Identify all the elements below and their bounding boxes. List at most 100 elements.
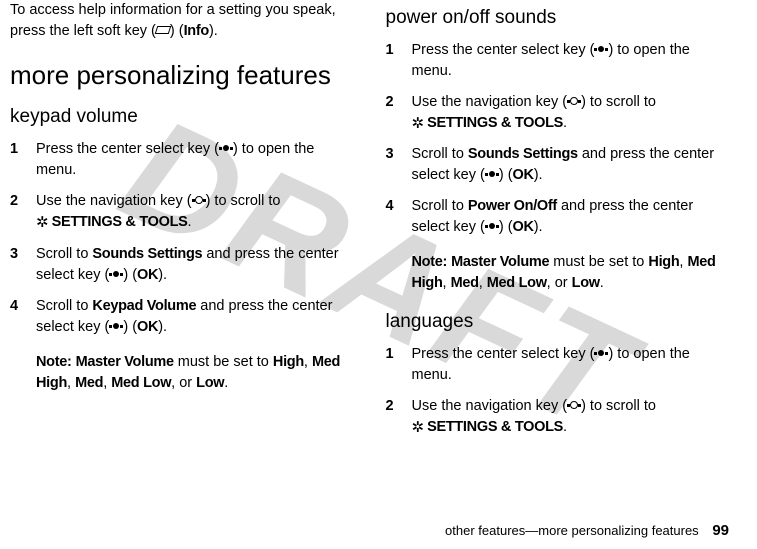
menu-target: Power On/Off [468, 198, 557, 214]
heading-2: keypad volume [10, 103, 354, 131]
opt: Med Low [487, 275, 547, 291]
ok-label: OK [137, 319, 158, 335]
text: ). [534, 219, 543, 235]
text: . [563, 419, 567, 435]
step-text: Use the navigation key () to scroll to ✲… [412, 396, 730, 439]
softkey-icon [155, 26, 172, 34]
steps-keypad-volume: 1 Press the center select key () to open… [10, 139, 354, 338]
step: 2 Use the navigation key () to scroll to… [386, 396, 730, 439]
note: Note: Master Volume must be set to High,… [412, 252, 730, 294]
step-number: 1 [386, 40, 412, 82]
center-select-icon [109, 271, 123, 279]
step-text: Use the navigation key ( ) to scroll to ✲… [36, 191, 354, 234]
center-select-icon [485, 223, 499, 231]
master-volume: Master Volume [76, 354, 174, 370]
menu-target: SETTINGS & TOOLS [427, 115, 563, 131]
text: Use the navigation key ( [36, 193, 192, 209]
text: ) ( [499, 219, 513, 235]
text: Press the center select key ( [412, 346, 595, 362]
step: 1 Press the center select key () to open… [10, 139, 354, 181]
note: Note: Master Volume must be set to High,… [36, 352, 354, 394]
right-column: power on/off sounds 1 Press the center s… [370, 0, 730, 510]
menu-target: SETTINGS & TOOLS [52, 214, 188, 230]
opt: High [648, 254, 679, 270]
menu-target: Keypad Volume [92, 298, 196, 314]
text: Scroll to [36, 246, 92, 262]
text: Scroll to [412, 198, 468, 214]
step-number: 2 [10, 191, 36, 234]
page-footer: other features—more personalizing featur… [445, 522, 729, 539]
text: Scroll to [412, 146, 468, 162]
opt: Med Low [111, 375, 171, 391]
text: ) to scroll to [206, 193, 281, 209]
heading-2: languages [386, 308, 730, 336]
text: Press the center select key ( [36, 141, 219, 157]
text: Press the center select key ( [412, 42, 595, 58]
step-number: 3 [386, 144, 412, 186]
nav-key-icon [192, 196, 206, 206]
text: . [188, 214, 192, 230]
text: . [600, 275, 604, 291]
text: , [304, 354, 312, 370]
intro-paragraph: To access help information for a setting… [10, 0, 354, 42]
text: . [224, 375, 228, 391]
heading-2: power on/off sounds [386, 4, 730, 32]
page-content: To access help information for a setting… [0, 0, 757, 510]
text: , [443, 275, 451, 291]
tools-icon: ✲ [36, 212, 49, 234]
text: , [479, 275, 487, 291]
master-volume: Master Volume [451, 254, 549, 270]
step-text: Scroll to Sounds Settings and press the … [36, 244, 354, 286]
text: ) ( [123, 267, 137, 283]
step-text: Use the navigation key ( ) to scroll to ✲… [412, 92, 730, 135]
step-text: Press the center select key () to open t… [36, 139, 354, 181]
step-number: 3 [10, 244, 36, 286]
step: 3 Scroll to Sounds Settings and press th… [10, 244, 354, 286]
center-select-icon [485, 171, 499, 179]
left-column: To access help information for a setting… [10, 0, 370, 510]
text: ) ( [123, 319, 137, 335]
page-number: 99 [712, 522, 729, 539]
step: 4 Scroll to Power On/Off and press the c… [386, 196, 730, 238]
step-text: Scroll to Sounds Settings and press the … [412, 144, 730, 186]
text: Use the navigation key ( [412, 94, 568, 110]
step-text: Scroll to Keypad Volume and press the ce… [36, 296, 354, 338]
text: ) to scroll to [581, 94, 656, 110]
text: Use the navigation key ( [412, 398, 568, 414]
text: , [67, 375, 75, 391]
footer-text: other features—more personalizing featur… [445, 523, 699, 538]
ok-label: OK [513, 219, 534, 235]
step: 1 Press the center select key () to open… [386, 40, 730, 82]
nav-key-icon [567, 97, 581, 107]
step-text: Press the center select key () to open t… [412, 40, 730, 82]
text: ) ( [170, 23, 184, 39]
text: ). [158, 267, 167, 283]
step: 4 Scroll to Keypad Volume and press the … [10, 296, 354, 338]
ok-label: OK [137, 267, 158, 283]
step: 2 Use the navigation key () to scroll to… [386, 92, 730, 135]
step: 1 Press the center select key () to open… [386, 344, 730, 386]
step-text: Scroll to Power On/Off and press the cen… [412, 196, 730, 238]
tools-icon: ✲ [412, 417, 425, 439]
center-select-icon [594, 350, 608, 358]
menu-target: SETTINGS & TOOLS [427, 419, 563, 435]
info-label: Info [184, 23, 209, 39]
note-label: Note: [412, 254, 448, 270]
opt: High [273, 354, 304, 370]
steps-power-sounds: 1 Press the center select key () to open… [386, 40, 730, 239]
opt: Med [451, 275, 479, 291]
nav-key-icon [567, 401, 581, 411]
opt: Low [196, 375, 224, 391]
text: , or [171, 375, 196, 391]
tools-icon: ✲ [412, 113, 425, 135]
text: ) ( [499, 167, 513, 183]
step-number: 4 [10, 296, 36, 338]
text: , or [547, 275, 572, 291]
text: . [563, 115, 567, 131]
step: 2 Use the navigation key ( ) to scroll to… [10, 191, 354, 234]
text: ). [209, 23, 218, 39]
step-number: 1 [10, 139, 36, 181]
steps-languages: 1 Press the center select key () to open… [386, 344, 730, 439]
opt: Low [572, 275, 600, 291]
center-select-icon [219, 145, 233, 153]
